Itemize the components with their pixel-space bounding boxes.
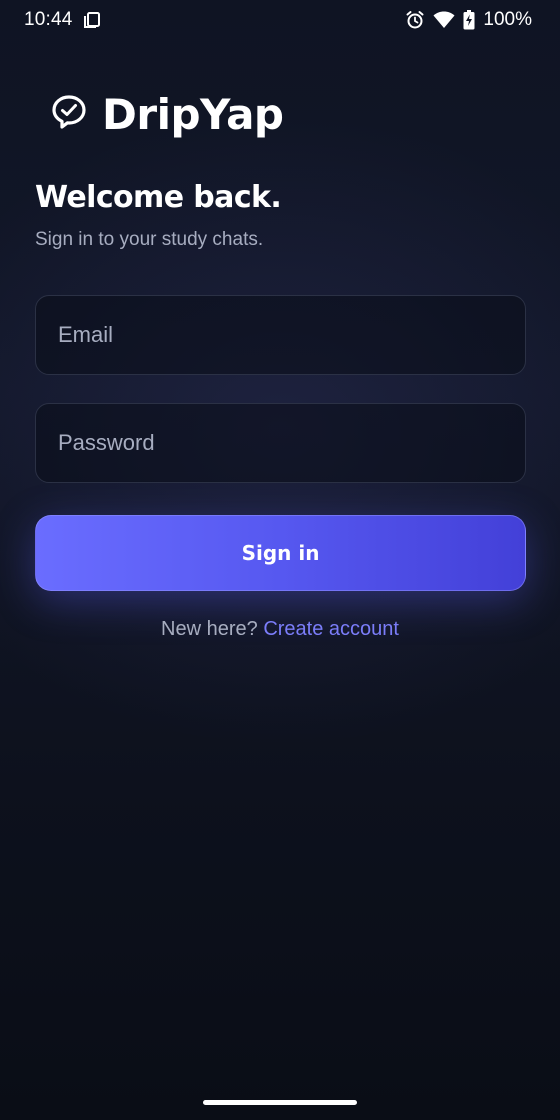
sign-in-button[interactable]: Sign in xyxy=(35,515,526,591)
email-field-container xyxy=(35,295,526,375)
page-title: Welcome back. xyxy=(35,180,282,215)
brand: DripYap xyxy=(50,90,284,139)
signup-prompt: New here? Create account xyxy=(0,618,560,641)
battery-charging-icon xyxy=(463,10,475,30)
alarm-icon xyxy=(405,10,425,30)
signup-prompt-text: New here? xyxy=(161,618,258,640)
brand-name: DripYap xyxy=(102,90,284,139)
password-field-container xyxy=(35,403,526,483)
email-input[interactable] xyxy=(36,296,525,374)
create-account-link[interactable]: Create account xyxy=(263,618,399,640)
status-bar: 10:44 100% xyxy=(0,0,560,40)
status-left: 10:44 xyxy=(24,9,101,31)
page-subtitle: Sign in to your study chats. xyxy=(35,229,264,250)
status-right: 100% xyxy=(405,9,532,31)
password-input[interactable] xyxy=(36,404,525,482)
screenshot-icon xyxy=(83,11,101,29)
status-time: 10:44 xyxy=(24,9,73,30)
chat-bubble-check-icon xyxy=(50,93,88,136)
home-indicator[interactable] xyxy=(203,1100,357,1105)
wifi-icon xyxy=(433,11,455,29)
battery-percentage: 100% xyxy=(483,9,532,30)
